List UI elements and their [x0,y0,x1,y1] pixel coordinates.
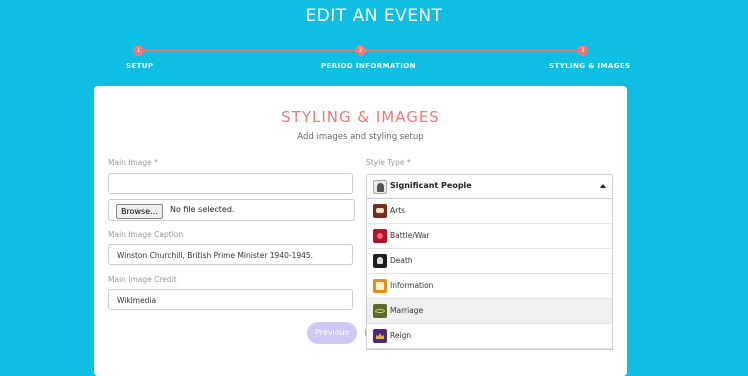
option-label: Arts [390,206,406,215]
previous-button[interactable]: Previous [307,322,357,344]
style-type-dropdown: Arts Battle/War Death Information Marria… [366,198,613,350]
browse-button[interactable]: Browse... [116,204,163,219]
dropdown-option-arts[interactable]: Arts [367,199,612,224]
book-icon [373,279,387,293]
credit-input[interactable]: Wikimedia [108,289,353,310]
step-2-dot[interactable]: 2 [355,45,366,56]
file-status-text: No file selected. [170,205,235,214]
card-title: STYLING & IMAGES [281,108,440,126]
option-label: Information [390,281,434,290]
style-type-label: Style Type * [366,158,411,167]
page-title: EDIT AN EVENT [305,6,443,26]
step-3-dot[interactable]: 3 [577,45,588,56]
crown-icon [373,329,387,343]
credit-label: Main Image Credit [108,275,177,284]
caption-input[interactable]: Winston Churchill, British Prime Ministe… [108,244,353,265]
theatre-masks-icon [373,204,387,218]
step-1-dot[interactable]: 1 [133,45,144,56]
dropdown-option-reign[interactable]: Reign [367,324,612,349]
dropdown-option-death[interactable]: Death [367,249,612,274]
caption-label: Main Image Caption [108,230,184,239]
dropdown-option-marriage[interactable]: Marriage [367,299,612,324]
file-upload-field[interactable]: Browse... No file selected. [108,199,355,221]
form-card: STYLING & IMAGES Add images and styling … [94,86,627,376]
option-label: Battle/War [390,231,430,240]
option-label: Marriage [390,306,424,315]
card-subtitle: Add images and styling setup [297,132,424,142]
explosion-icon [373,229,387,243]
option-label: Death [390,256,413,265]
portrait-icon [373,180,387,194]
main-image-label: Main Image * [108,158,158,167]
rings-icon [373,304,387,318]
skull-icon [373,254,387,268]
dropdown-option-battle-war[interactable]: Battle/War [367,224,612,249]
option-label: Reign [390,331,412,340]
step-2-label: PERIOD INFORMATION [321,62,416,70]
step-1-label: SETUP [126,62,154,70]
dropdown-option-information[interactable]: Information [367,274,612,299]
main-image-input[interactable] [108,173,353,194]
step-3-label: STYLING & IMAGES [549,62,631,70]
chevron-up-icon [600,184,606,188]
style-type-selected: Significant People [390,181,472,190]
style-type-select[interactable]: Significant People [366,174,613,198]
